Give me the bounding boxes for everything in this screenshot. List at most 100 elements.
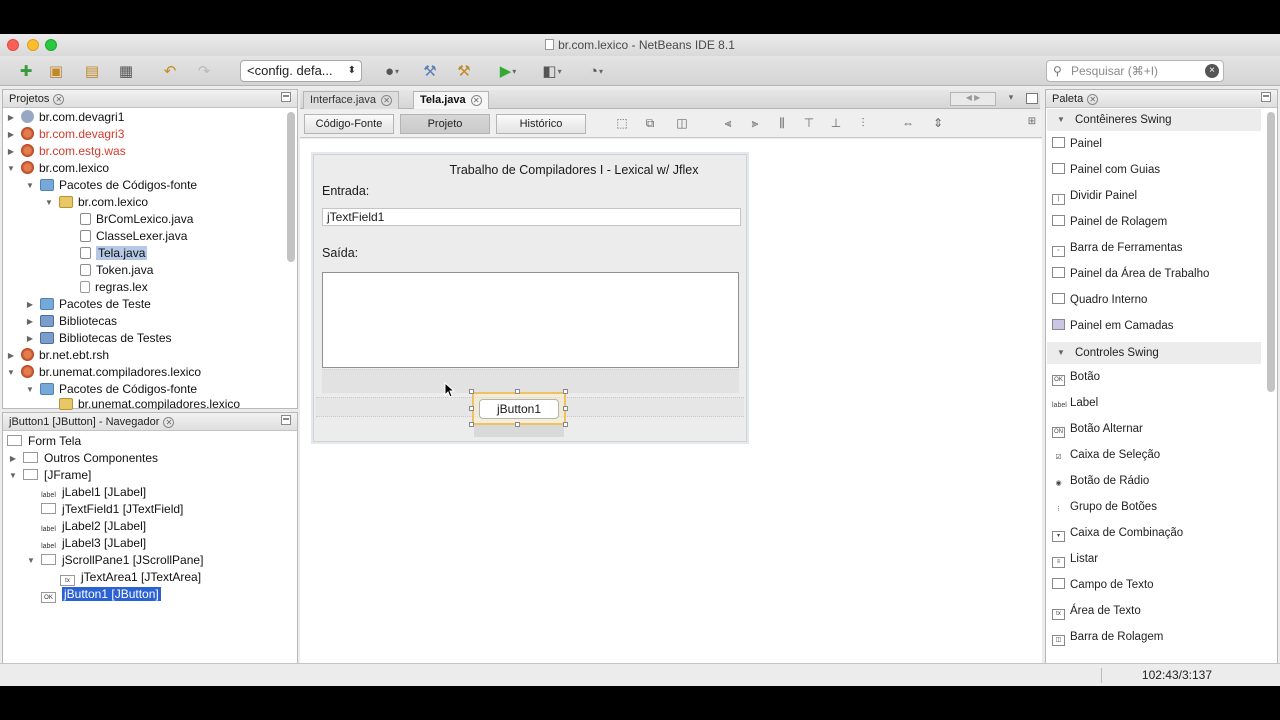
resize-handle[interactable] xyxy=(563,406,568,411)
palette-item-listar[interactable]: ≡ Listar xyxy=(1052,549,1098,569)
resize-handle[interactable] xyxy=(515,422,520,427)
connection-mode-icon[interactable]: ⧉ xyxy=(641,116,659,132)
palette-item-area-texto[interactable]: tx Área de Texto xyxy=(1052,601,1141,621)
jframe-form[interactable]: Trabalho de Compiladores I - Lexical w/ … xyxy=(313,154,747,442)
design-canvas[interactable]: Trabalho de Compiladores I - Lexical w/ … xyxy=(300,139,1042,664)
build-hammer-icon[interactable]: ⚒ xyxy=(418,60,442,82)
tree-item-file[interactable]: regras.lex xyxy=(80,279,148,296)
palette-item-campo-texto[interactable]: Campo de Texto xyxy=(1052,575,1154,595)
tree-item-source-packages[interactable]: ▼ Pacotes de Códigos-fonte xyxy=(26,177,197,194)
scroll-tabs-arrows-icon[interactable]: ◀ ▶ xyxy=(950,92,996,106)
browser-globe-icon[interactable]: ● ▾ xyxy=(376,60,408,82)
minimize-panel-icon[interactable] xyxy=(281,92,291,102)
clear-search-icon[interactable]: × xyxy=(1205,64,1219,78)
nav-item-component[interactable]: tx jTextArea1 [JTextArea] xyxy=(60,569,201,586)
center-vertical-icon[interactable]: ⫶ xyxy=(854,116,872,132)
vertical-resize-icon[interactable]: ⇕ xyxy=(929,116,947,132)
align-left-icon[interactable]: ⫷ xyxy=(719,116,737,132)
nav-item-form[interactable]: Form Tela xyxy=(7,433,81,450)
tab-projetos[interactable]: Projetos ✕ xyxy=(5,90,68,108)
palette-item-botao[interactable]: OK Botão xyxy=(1052,367,1100,387)
nav-item-component[interactable]: ▼ jScrollPane1 [JScrollPane] xyxy=(27,552,203,569)
close-tab-icon[interactable]: ✕ xyxy=(1087,94,1099,105)
palette-item-label[interactable]: label Label xyxy=(1052,393,1098,413)
tree-item-package[interactable]: ▼br.unemat.compiladores.lexico xyxy=(59,396,240,410)
close-tab-icon[interactable]: ✕ xyxy=(381,95,393,106)
configuration-select[interactable]: <config. defa... ⬍ xyxy=(240,60,362,82)
open-project-icon[interactable]: ▤ xyxy=(80,60,104,82)
nav-item-component[interactable]: jTextField1 [JTextField] xyxy=(41,501,183,518)
palette-item-painel-camadas[interactable]: Painel em Camadas xyxy=(1052,316,1174,336)
close-tab-icon[interactable]: ✕ xyxy=(470,95,482,106)
palette-item-botao-alternar[interactable]: ON Botão Alternar xyxy=(1052,419,1143,439)
palette-scrollbar[interactable] xyxy=(1267,112,1275,392)
nav-item-component[interactable]: label jLabel3 [JLabel] xyxy=(41,535,146,552)
align-right-icon[interactable]: ⫸ xyxy=(746,116,764,132)
resize-handle[interactable] xyxy=(469,422,474,427)
profile-icon[interactable]: ◔ ▾ xyxy=(578,60,614,82)
tree-item-java-file[interactable]: BrComLexico.java xyxy=(80,211,193,228)
saida-label[interactable]: Saída: xyxy=(322,246,358,260)
tree-item-test-libraries[interactable]: ▶ Bibliotecas de Testes xyxy=(27,330,172,347)
tree-item-test-packages[interactable]: ▶ Pacotes de Teste xyxy=(27,296,151,313)
tree-item-java-file-selected[interactable]: Tela.java xyxy=(80,245,148,262)
close-window-button[interactable] xyxy=(7,39,19,51)
tree-item-project[interactable]: ▶ br.net.ebt.rsh xyxy=(8,347,109,364)
form-title-label[interactable]: Trabalho de Compiladores I - Lexical w/ … xyxy=(314,163,746,177)
jbutton1[interactable]: jButton1 xyxy=(479,399,559,419)
tree-item-libraries[interactable]: ▶ Bibliotecas xyxy=(27,313,117,330)
tab-tela-java[interactable]: Tela.java ✕ xyxy=(413,91,489,109)
saida-textarea[interactable] xyxy=(322,272,739,368)
zoom-window-button[interactable] xyxy=(45,39,57,51)
tree-item-java-file[interactable]: Token.java xyxy=(80,262,153,279)
clean-build-icon[interactable]: ⚒ xyxy=(452,60,476,82)
palette-item-dividir-painel[interactable]: | Dividir Painel xyxy=(1052,186,1137,206)
palette-item-caixa-combinacao[interactable]: ▾ Caixa de Combinação xyxy=(1052,523,1183,543)
tab-interface-java[interactable]: Interface.java ✕ xyxy=(303,91,400,109)
palette-item-barra-ferramentas[interactable]: ▫ Barra de Ferramentas xyxy=(1052,238,1183,258)
palette-item-painel[interactable]: Painel xyxy=(1052,134,1102,154)
palette-item-painel-rolagem[interactable]: Painel de Rolagem xyxy=(1052,212,1167,232)
tab-list-icon[interactable]: ▾ xyxy=(1004,92,1018,106)
tree-item-project[interactable]: ▶ br.com.estg.was xyxy=(8,143,126,160)
search-input[interactable]: ⚲ Pesquisar (⌘+I) × xyxy=(1046,60,1224,82)
expand-toolbar-icon[interactable]: ⊞ xyxy=(1023,116,1041,132)
selection-mode-icon[interactable]: ⬚ xyxy=(613,116,631,132)
design-view-button[interactable]: Projeto xyxy=(400,114,490,134)
palette-category-containers[interactable]: ▼ Contêineres Swing xyxy=(1047,109,1261,131)
nav-item-other-components[interactable]: ▶ Outros Componentes xyxy=(10,450,158,467)
tab-paleta[interactable]: Paleta ✕ xyxy=(1048,90,1102,108)
palette-item-barra-rolagem[interactable]: ◫ Barra de Rolagem xyxy=(1052,627,1163,647)
resize-handle[interactable] xyxy=(563,422,568,427)
palette-item-caixa-selecao[interactable]: ☑ Caixa de Seleção xyxy=(1052,445,1160,465)
source-view-button[interactable]: Código-Fonte xyxy=(304,114,394,134)
nav-item-component[interactable]: label jLabel2 [JLabel] xyxy=(41,518,146,535)
palette-item-grupo-botoes[interactable]: ⁝ Grupo de Botões xyxy=(1052,497,1157,517)
tree-item-project[interactable]: ▶ br.com.devagri3 xyxy=(8,126,124,143)
resize-handle[interactable] xyxy=(469,389,474,394)
nav-item-jframe[interactable]: ▼ [JFrame] xyxy=(9,467,91,484)
debug-icon[interactable]: ◧ ▾ xyxy=(534,60,570,82)
tree-item-project[interactable]: ▼ br.unemat.compiladores.lexico xyxy=(7,364,201,381)
tree-item-package[interactable]: ▼ br.com.lexico xyxy=(45,194,148,211)
preview-design-icon[interactable]: ◫ xyxy=(673,116,691,132)
tree-item-project[interactable]: ▼ br.com.lexico xyxy=(7,160,109,177)
palette-item-botao-radio[interactable]: ◉ Botão de Rádio xyxy=(1052,471,1149,491)
projects-scrollbar[interactable] xyxy=(287,112,295,262)
history-view-button[interactable]: Histórico xyxy=(496,114,586,134)
save-all-icon[interactable]: ▦ xyxy=(114,60,138,82)
tree-item-project[interactable]: ▶ br.com.devagri1 xyxy=(8,109,124,126)
palette-category-controls[interactable]: ▼ Controles Swing xyxy=(1047,342,1261,364)
resize-handle[interactable] xyxy=(563,389,568,394)
minimize-window-button[interactable] xyxy=(27,39,39,51)
horizontal-resize-icon[interactable]: ⇔ xyxy=(899,116,917,132)
entrada-label[interactable]: Entrada: xyxy=(322,184,369,198)
minimize-panel-icon[interactable] xyxy=(1261,92,1271,102)
undo-icon[interactable]: ↶ xyxy=(158,60,182,82)
palette-item-quadro-interno[interactable]: Quadro Interno xyxy=(1052,290,1147,310)
minimize-panel-icon[interactable] xyxy=(281,415,291,425)
nav-item-component[interactable]: label jLabel1 [JLabel] xyxy=(41,484,146,501)
palette-item-painel-area-trabalho[interactable]: Painel da Área de Trabalho xyxy=(1052,264,1209,284)
resize-handle[interactable] xyxy=(469,406,474,411)
center-horizontal-icon[interactable]: ⫼ xyxy=(773,116,791,132)
